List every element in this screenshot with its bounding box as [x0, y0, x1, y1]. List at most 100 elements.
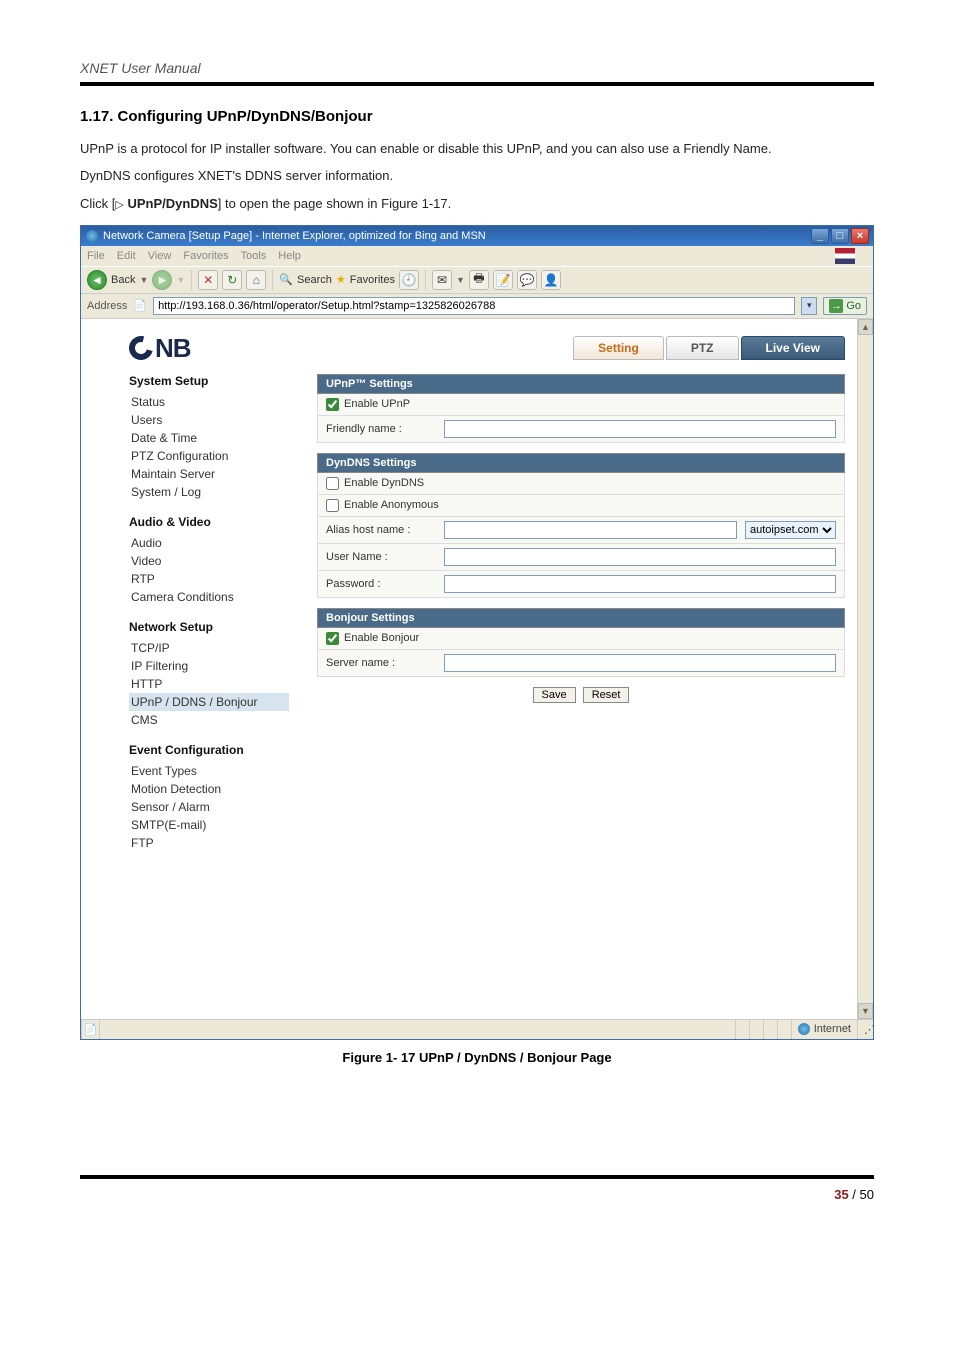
sidebar-item-video[interactable]: Video	[129, 552, 289, 570]
enable-upnp-checkbox[interactable]	[326, 398, 339, 411]
user-name-label: User Name :	[326, 551, 436, 563]
back-drop-icon[interactable]: ▼	[139, 275, 148, 285]
sidebar-item-http[interactable]: HTTP	[129, 675, 289, 693]
menu-help[interactable]: Help	[278, 250, 301, 262]
print-button[interactable]: 🖶	[469, 270, 489, 290]
messenger-button[interactable]: 👤	[541, 270, 561, 290]
sidebar-item-smtp[interactable]: SMTP(E-mail)	[129, 816, 289, 834]
figure-caption: Figure 1- 17 UPnP / DynDNS / Bonjour Pag…	[80, 1050, 874, 1065]
menu-bar: File Edit View Favorites Tools Help	[81, 246, 873, 266]
enable-dyndns-checkbox[interactable]	[326, 477, 339, 490]
sidebar-item-status[interactable]: Status	[129, 393, 289, 411]
sidebar-item-syslog[interactable]: System / Log	[129, 483, 289, 501]
page-number: 35 / 50	[80, 1187, 874, 1202]
page-icon: 📄	[133, 299, 147, 312]
sidebar-item-sensor[interactable]: Sensor / Alarm	[129, 798, 289, 816]
page-sep: /	[849, 1187, 860, 1202]
mail-button[interactable]: ✉	[432, 270, 452, 290]
sidebar-item-users[interactable]: Users	[129, 411, 289, 429]
home-button[interactable]: ⌂	[246, 270, 266, 290]
history-button[interactable]: 🕘	[399, 270, 419, 290]
triangle-icon: ▷	[115, 199, 123, 211]
scroll-down-icon[interactable]: ▼	[858, 1003, 873, 1019]
reset-button[interactable]: Reset	[583, 687, 630, 703]
running-header: XNET User Manual	[80, 60, 874, 76]
alias-host-label: Alias host name :	[326, 524, 436, 536]
enable-bonjour-label: Enable Bonjour	[344, 632, 419, 644]
user-name-input[interactable]	[444, 548, 836, 566]
header-rule	[80, 82, 874, 86]
side-head-system: System Setup	[129, 374, 289, 388]
vertical-scrollbar[interactable]: ▲ ▼	[857, 319, 873, 1019]
sidebar-item-camcond[interactable]: Camera Conditions	[129, 588, 289, 606]
go-label: Go	[846, 300, 861, 312]
status-zone-label: Internet	[814, 1023, 851, 1035]
friendly-name-input[interactable]	[444, 420, 836, 438]
enable-anon-checkbox[interactable]	[326, 499, 339, 512]
sidebar-item-cms[interactable]: CMS	[129, 711, 289, 729]
close-button[interactable]: ×	[851, 228, 869, 244]
enable-bonjour-checkbox[interactable]	[326, 632, 339, 645]
resize-grip-icon[interactable]: ⋰	[857, 1020, 873, 1039]
search-icon[interactable]: 🔍	[279, 273, 293, 286]
menu-file[interactable]: File	[87, 250, 105, 262]
paragraph-2: DynDNS configures XNET's DDNS server inf…	[80, 162, 874, 189]
view-tabs: Setting PTZ Live View	[573, 336, 845, 360]
menu-view[interactable]: View	[148, 250, 172, 262]
enable-upnp-label: Enable UPnP	[344, 398, 410, 410]
back-button[interactable]: ◄	[87, 270, 107, 290]
favorites-label[interactable]: Favorites	[350, 274, 395, 286]
footer-rule	[80, 1175, 874, 1179]
go-button[interactable]: →Go	[823, 297, 867, 315]
password-input[interactable]	[444, 575, 836, 593]
tab-ptz[interactable]: PTZ	[666, 336, 739, 360]
sidebar-item-audio[interactable]: Audio	[129, 534, 289, 552]
sidebar-item-datetime[interactable]: Date & Time	[129, 429, 289, 447]
sidebar-item-eventtypes[interactable]: Event Types	[129, 762, 289, 780]
stop-button[interactable]: ✕	[198, 270, 218, 290]
search-label[interactable]: Search	[297, 274, 332, 286]
save-button[interactable]: Save	[533, 687, 576, 703]
toolbar: ◄ Back▼ ►▼ ✕ ↻ ⌂ 🔍 Search ★ Favorites 🕘 …	[81, 266, 873, 294]
server-name-label: Server name :	[326, 657, 436, 669]
tab-setting[interactable]: Setting	[573, 336, 664, 360]
alias-domain-select[interactable]: autoipset.com	[745, 521, 836, 539]
browser-window: Network Camera [Setup Page] - Internet E…	[80, 225, 874, 1040]
menu-edit[interactable]: Edit	[117, 250, 136, 262]
address-label: Address	[87, 300, 127, 312]
mail-drop-icon[interactable]: ▼	[456, 275, 465, 285]
minimize-button[interactable]: _	[811, 228, 829, 244]
sidebar-item-tcpip[interactable]: TCP/IP	[129, 639, 289, 657]
favorites-star-icon[interactable]: ★	[336, 273, 346, 286]
server-name-input[interactable]	[444, 654, 836, 672]
discuss-button[interactable]: 💬	[517, 270, 537, 290]
sidebar-item-ptzconfig[interactable]: PTZ Configuration	[129, 447, 289, 465]
scroll-up-icon[interactable]: ▲	[858, 319, 873, 335]
tab-live-view[interactable]: Live View	[741, 336, 845, 360]
go-arrow-icon: →	[829, 299, 843, 313]
sidebar-item-motion[interactable]: Motion Detection	[129, 780, 289, 798]
side-head-event: Event Configuration	[129, 743, 289, 757]
menu-favorites[interactable]: Favorites	[183, 250, 228, 262]
menu-tools[interactable]: Tools	[241, 250, 267, 262]
sidebar-item-ipfilter[interactable]: IP Filtering	[129, 657, 289, 675]
maximize-button[interactable]: □	[831, 228, 849, 244]
refresh-button[interactable]: ↻	[222, 270, 242, 290]
cnb-logo: NB	[129, 333, 191, 364]
back-label[interactable]: Back	[111, 274, 135, 286]
forward-button[interactable]: ►	[152, 270, 172, 290]
alias-host-input[interactable]	[444, 521, 737, 539]
sidebar-item-maintain[interactable]: Maintain Server	[129, 465, 289, 483]
logo-text: NB	[155, 333, 191, 364]
sidebar-item-rtp[interactable]: RTP	[129, 570, 289, 588]
paragraph-1: UPnP is a protocol for IP installer soft…	[80, 135, 874, 162]
address-dropdown-icon[interactable]: ▾	[801, 297, 817, 315]
fwd-drop-icon[interactable]: ▼	[176, 275, 185, 285]
address-input[interactable]	[153, 297, 795, 315]
p3-pre: Click [	[80, 196, 115, 211]
sidebar-item-ftp[interactable]: FTP	[129, 834, 289, 852]
logo-c-icon	[125, 332, 158, 365]
edit-button[interactable]: 📝	[493, 270, 513, 290]
paragraph-3: Click [▷ UPnP/DynDNS] to open the page s…	[80, 190, 874, 217]
sidebar-item-upnp-ddns[interactable]: UPnP / DDNS / Bonjour	[129, 693, 289, 711]
